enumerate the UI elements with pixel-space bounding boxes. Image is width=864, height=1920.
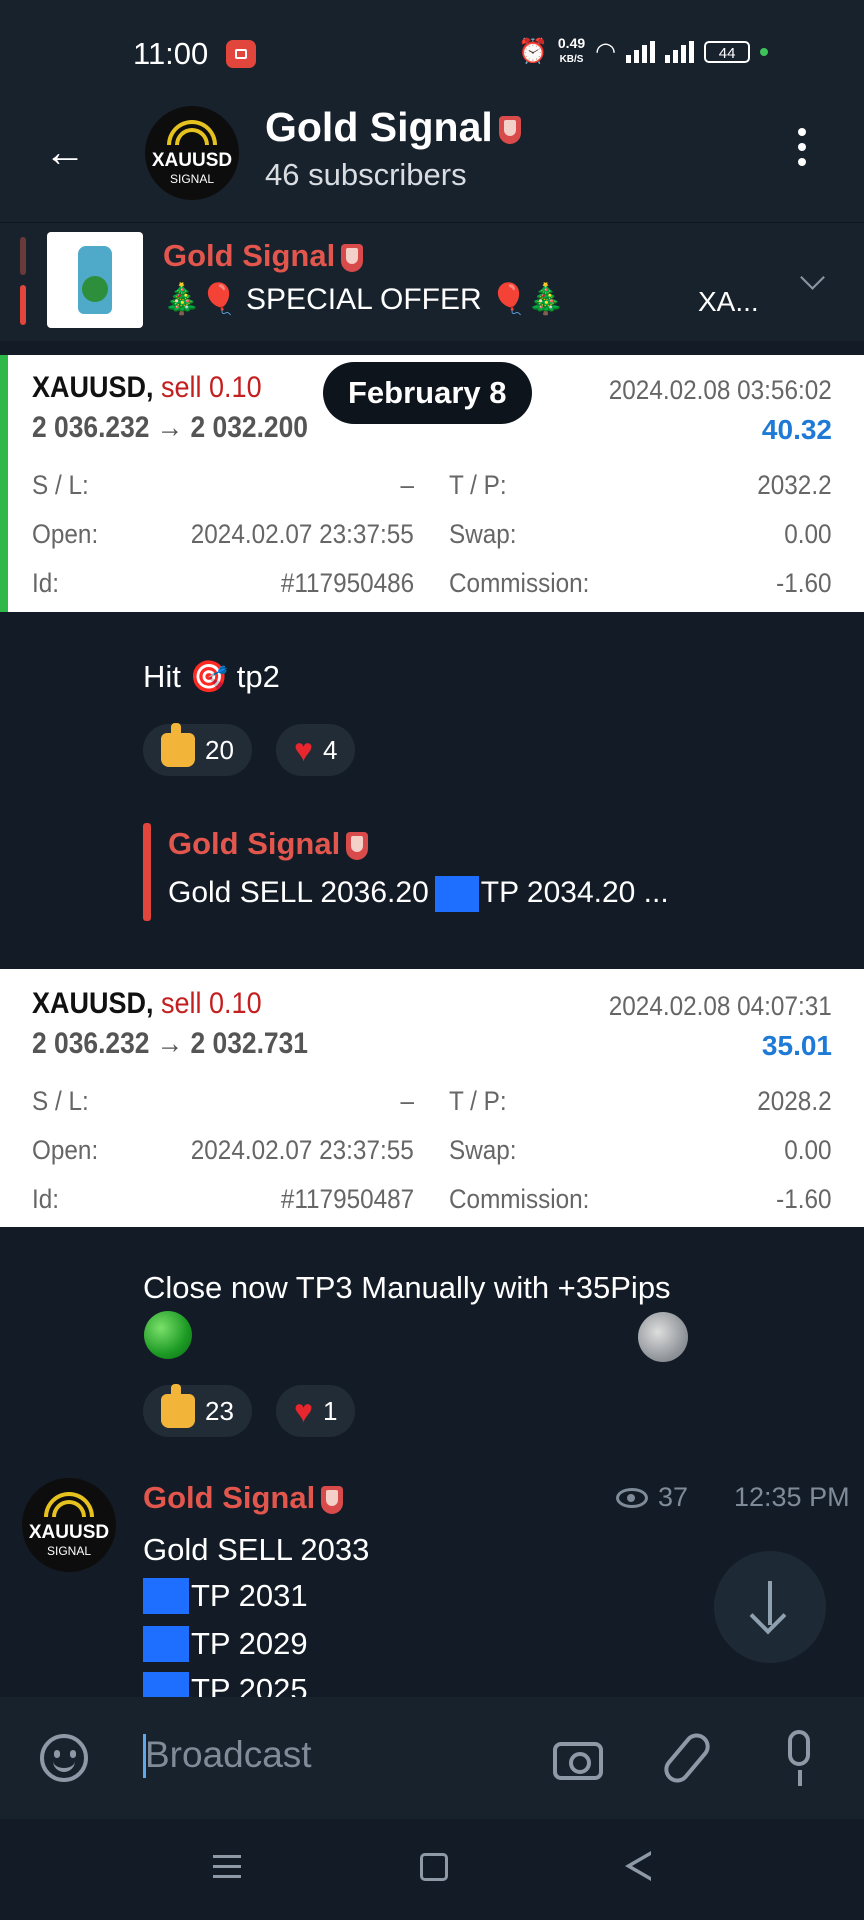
post-line: Gold SELL 2033 (143, 1532, 370, 1567)
reply-sender[interactable]: Gold Signal (168, 826, 369, 862)
heart-icon: ♥ (294, 1392, 313, 1429)
pinned-sender: Gold Signal (163, 238, 364, 274)
signal-icon (626, 40, 656, 63)
thumbs-up-icon (161, 723, 195, 767)
trade-profit: 40.32 (761, 414, 832, 445)
kebab-menu-icon[interactable] (794, 128, 810, 178)
pinned-thumbnail (47, 232, 143, 328)
shield-icon (341, 243, 364, 272)
microphone-icon[interactable] (788, 1730, 810, 1766)
camera-icon[interactable] (553, 1742, 603, 1780)
reaction-like[interactable]: 20 (143, 723, 252, 776)
emoji-icon[interactable] (40, 1734, 88, 1782)
shield-icon (498, 116, 521, 145)
recents-icon[interactable] (213, 1855, 241, 1885)
channel-avatar[interactable]: XAUUSD SIGNAL (145, 106, 239, 200)
message-text: Close now TP3 Manually with +35Pips (143, 1270, 671, 1305)
trade-symbol: XAUUSD, sell 0.10 (32, 987, 262, 1020)
home-icon[interactable] (420, 1853, 448, 1881)
message-text: Hit 🎯 tp2 (143, 659, 280, 694)
input-bar (0, 1697, 864, 1819)
target-icon: 🎯 (189, 659, 229, 694)
status-time: 11:00 (133, 36, 209, 71)
screen-record-icon (226, 40, 256, 68)
blue-square-icon (143, 1626, 189, 1662)
touch-indicator (638, 1312, 688, 1362)
date-separator: February 8 (323, 362, 532, 424)
battery-icon: 44 (704, 40, 751, 63)
signal-icon-2 (665, 40, 695, 63)
trade-datetime: 2024.02.08 03:56:02 (609, 375, 832, 405)
nav-back-icon[interactable] (625, 1851, 651, 1881)
trade-symbol: XAUUSD, sell 0.10 (32, 371, 262, 404)
trade-prices: 2 036.232 → 2 032.200 (32, 411, 308, 444)
pinned-text: 🎄🎈 SPECIAL OFFER 🎈🎄 (163, 283, 565, 316)
trade-datetime: 2024.02.08 04:07:31 (609, 991, 832, 1021)
reply-text[interactable]: Gold SELL 2036.20 TP 2034.20 ... (168, 876, 669, 913)
status-icons: ⏰ 0.49 KB/S ◠ 44 (518, 35, 769, 67)
broadcast-input[interactable]: Broadcast (145, 1734, 312, 1776)
channel-title[interactable]: Gold Signal (265, 104, 521, 151)
tp-line: TP 2029 (143, 1626, 308, 1662)
post-sender[interactable]: Gold Signal (143, 1480, 344, 1516)
thumbs-up-icon (161, 1384, 195, 1428)
reaction-heart[interactable]: ♥ 4 (276, 724, 356, 776)
reaction-heart[interactable]: ♥ 1 (276, 1385, 356, 1437)
pinned-indicator (20, 237, 26, 275)
pinned-indicator-active (20, 285, 26, 325)
pinned-trailing: XA... (698, 286, 759, 317)
net-speed: 0.49 KB/S (557, 35, 586, 65)
trade-card[interactable]: XAUUSD, sell 0.10 2 036.232 → 2 032.731 … (0, 969, 864, 1227)
view-count: 37 (658, 1482, 689, 1512)
shield-icon (346, 831, 369, 860)
eye-icon (616, 1488, 648, 1508)
subscriber-count: 46 subscribers (265, 157, 467, 192)
heart-icon: ♥ (294, 731, 313, 768)
message-time: 12:35 PM (734, 1482, 850, 1512)
trade-prices: 2 036.232 → 2 032.731 (32, 1027, 308, 1060)
reaction-like[interactable]: 23 (143, 1384, 252, 1437)
wifi-icon: ◠ (595, 38, 617, 65)
blue-square-icon (434, 876, 479, 913)
blue-square-icon (143, 1578, 189, 1614)
alarm-icon: ⏰ (518, 38, 548, 65)
blue-square-icon (143, 1672, 189, 1697)
shield-icon (321, 1485, 344, 1514)
back-arrow-icon[interactable]: ← (44, 128, 86, 176)
channel-avatar[interactable]: XAUUSD SIGNAL (22, 1478, 116, 1572)
charging-dot (760, 47, 769, 56)
trade-profit: 35.01 (761, 1030, 832, 1061)
tp-line: TP 2025 (143, 1672, 308, 1697)
tp-line: TP 2031 (143, 1578, 308, 1614)
scroll-down-button[interactable] (714, 1551, 826, 1663)
reply-quote-bar (143, 823, 151, 921)
green-circle-icon (144, 1311, 192, 1359)
